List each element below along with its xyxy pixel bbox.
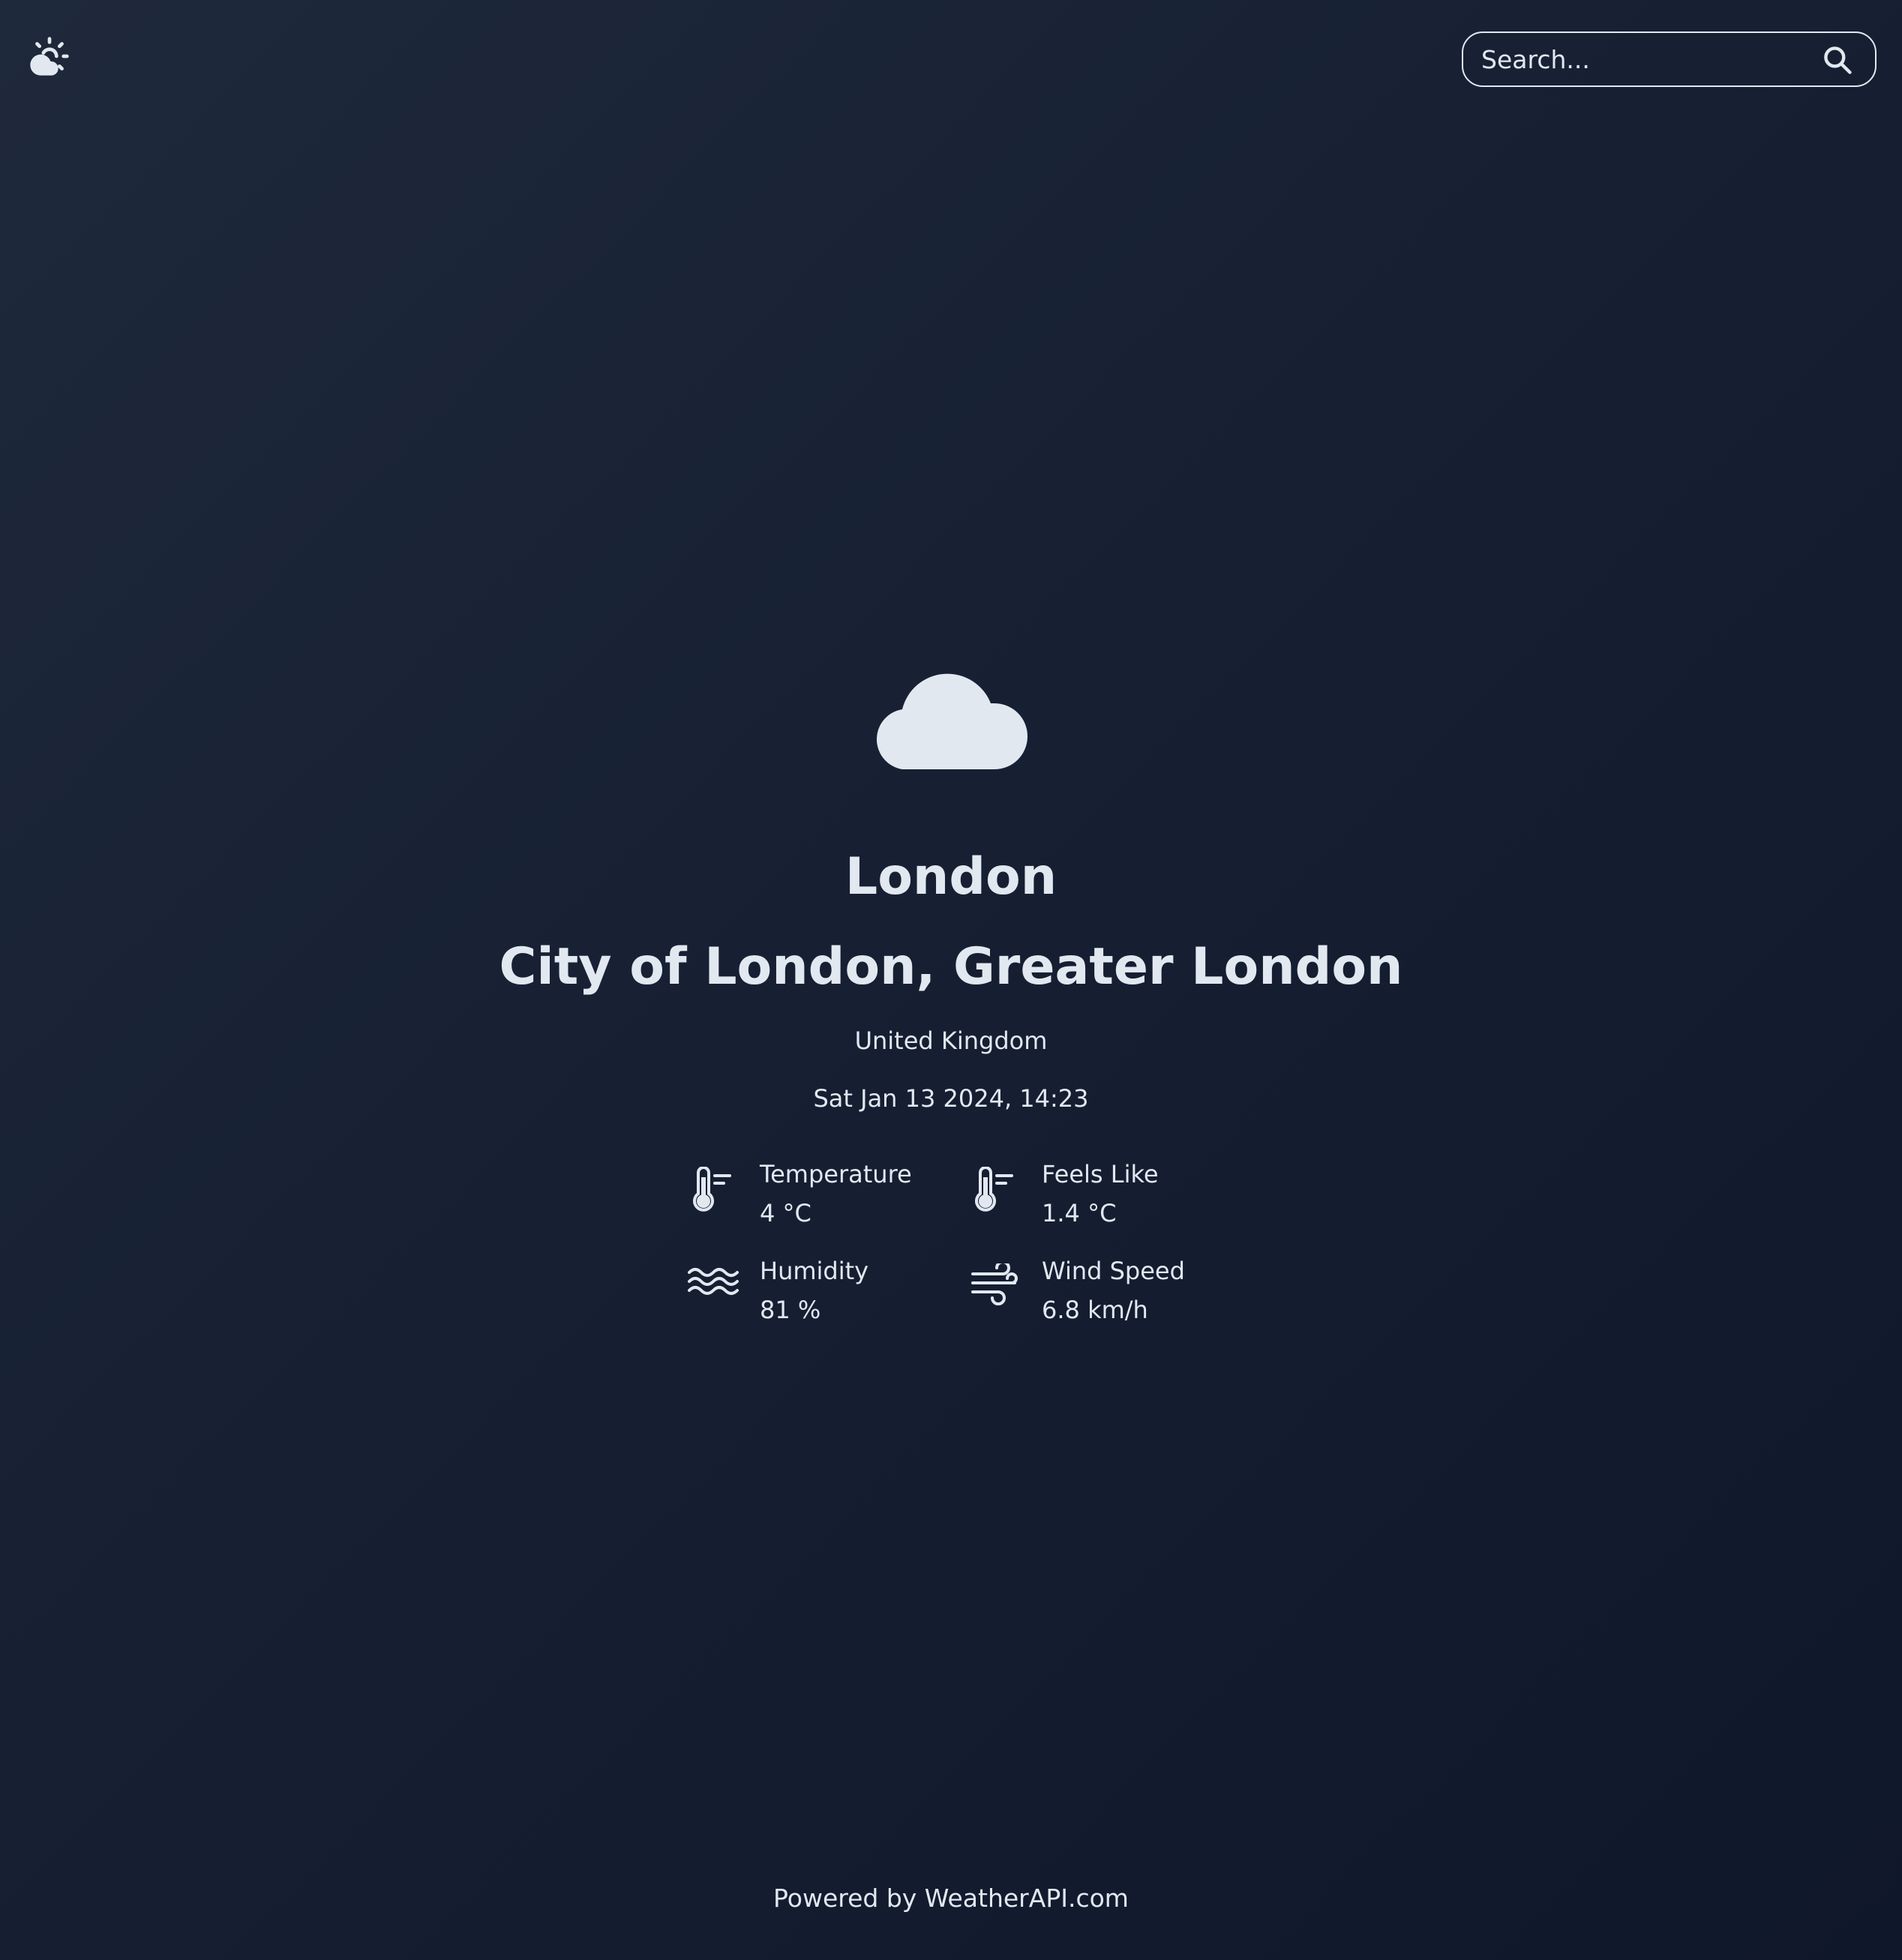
search-icon[interactable] — [1821, 43, 1854, 76]
stat-value: 6.8 km/h — [1042, 1296, 1148, 1324]
stat-value: 81 % — [760, 1296, 821, 1324]
stat-value: 4 °C — [760, 1199, 812, 1227]
stat-temperature: Temperature 4 °C — [688, 1159, 958, 1234]
stat-humidity: Humidity 81 % — [688, 1256, 958, 1331]
stat-label: Wind Speed — [1042, 1257, 1185, 1285]
stat-label: Feels Like — [1042, 1160, 1159, 1188]
stat-label: Humidity — [760, 1257, 869, 1285]
stat-value: 1.4 °C — [1042, 1199, 1117, 1227]
country-name: United Kingdom — [854, 1026, 1048, 1055]
wind-icon — [971, 1263, 1018, 1305]
powered-by-footer: Powered by WeatherAPI.com — [773, 1884, 1129, 1913]
search-input[interactable] — [1481, 33, 1804, 85]
region-name: City of London, Greater London — [499, 937, 1403, 996]
city-name: London — [844, 847, 1058, 907]
search-bar — [1462, 31, 1876, 87]
water-waves-icon — [688, 1268, 739, 1295]
stat-wind-speed: Wind Speed 6.8 km/h — [970, 1256, 1240, 1331]
thermometer-icon — [693, 1167, 731, 1212]
stat-feels-like: Feels Like 1.4 °C — [970, 1159, 1240, 1234]
sun-cloud-icon — [30, 37, 69, 76]
stat-label: Temperature — [760, 1160, 912, 1188]
local-datetime: Sat Jan 13 2024, 14:23 — [813, 1084, 1089, 1113]
thermometer-icon — [975, 1167, 1013, 1212]
cloud-icon — [876, 673, 1028, 769]
